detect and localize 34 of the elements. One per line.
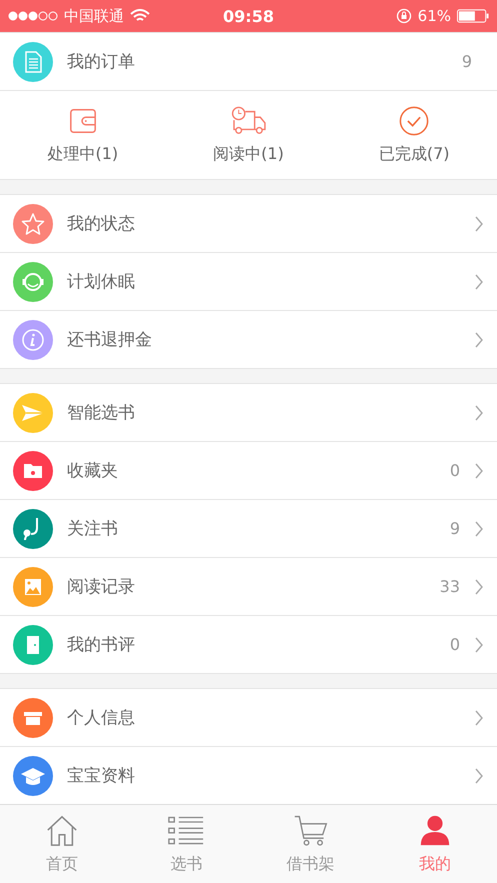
menu-row[interactable]: 个人信息 [0, 689, 497, 747]
menu-row[interactable]: 我的状态 [0, 195, 497, 253]
signal-icon [8, 11, 58, 21]
menu-row[interactable]: 我的书评 0 [0, 616, 497, 674]
chevron-icon [474, 520, 484, 536]
menu-row[interactable]: 计划休眠 [0, 253, 497, 311]
chevron-icon [474, 404, 484, 420]
menu-row[interactable]: 宝宝资料 [0, 747, 497, 804]
clock-time: 09:58 [223, 6, 274, 26]
menu-row[interactable]: 还书退押金 [0, 311, 497, 369]
chevron-icon [474, 710, 484, 726]
order-status-button[interactable]: 阅读中(1) [166, 91, 332, 179]
order-row[interactable]: 我的订单 9 [0, 33, 497, 91]
menu-row[interactable]: 智能选书 [0, 384, 497, 442]
chevron-icon [474, 636, 484, 652]
chevron-icon [474, 578, 484, 594]
carrier-name: 中国联通 [64, 6, 124, 26]
menu-row[interactable]: 阅读记录 33 [0, 558, 497, 616]
delivery-truck-icon [230, 106, 268, 136]
cart-icon [292, 814, 329, 848]
battery-icon [457, 9, 489, 23]
wifi-icon [130, 9, 150, 23]
chevron-icon [474, 462, 484, 478]
menu-row[interactable]: 关注书 9 [0, 500, 497, 558]
rotation-lock-icon [396, 8, 412, 24]
menu-row[interactable]: 收藏夹 0 [0, 442, 497, 500]
order-status-button[interactable]: 已完成(7) [331, 91, 497, 179]
chevron-icon [474, 274, 484, 290]
chevron-icon [474, 332, 484, 348]
check-circle-icon [399, 106, 430, 136]
chevron-icon [474, 768, 484, 784]
chevron-icon [474, 216, 484, 232]
battery-percent: 61% [418, 7, 451, 25]
order-status-button[interactable]: 处理中(1) [0, 91, 166, 179]
